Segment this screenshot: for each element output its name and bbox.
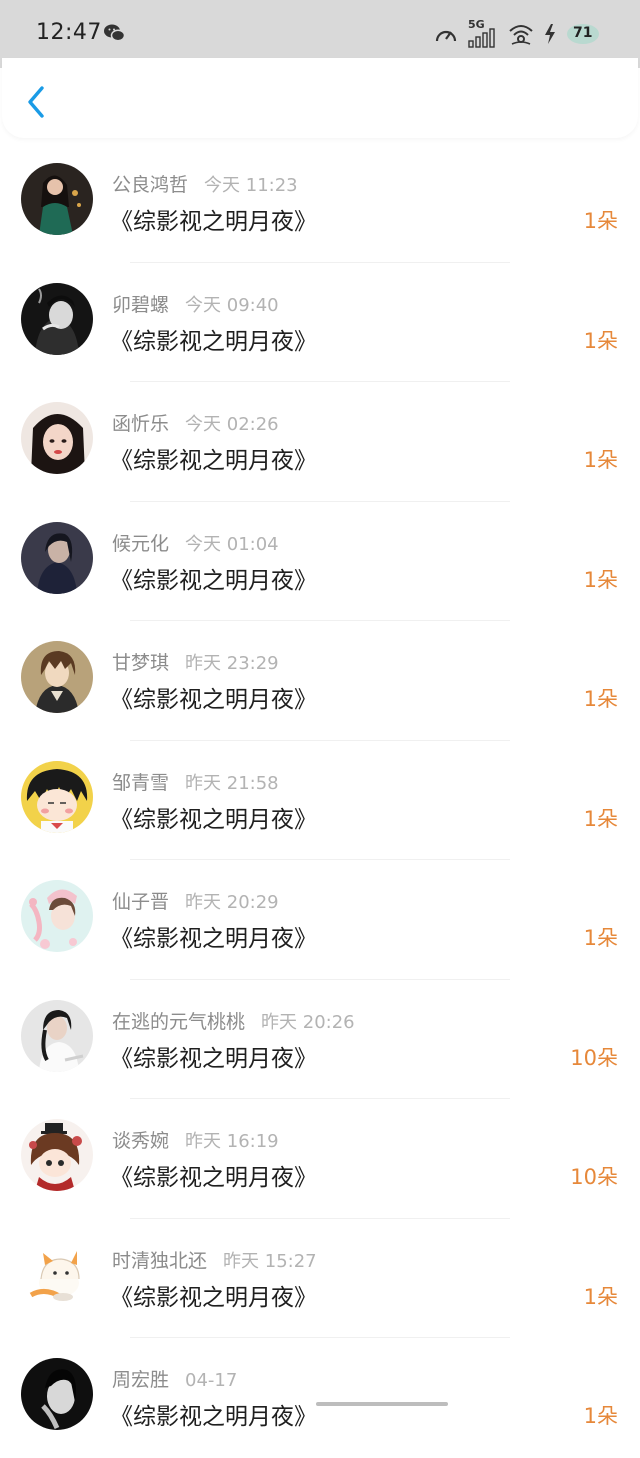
flower-count: 1朵 xyxy=(583,1404,618,1428)
meta-line: 邹青雪 昨天 21:58 xyxy=(112,768,279,794)
user-name[interactable]: 谈秀婉 xyxy=(112,1130,169,1152)
flower-count: 1朵 xyxy=(583,448,618,472)
meta-line: 时清独北还 昨天 15:27 xyxy=(112,1246,317,1272)
charging-icon xyxy=(545,24,555,44)
avatar[interactable] xyxy=(21,402,93,474)
meta-line: 公良鸿哲 今天 11:23 xyxy=(112,170,298,196)
list-item[interactable]: 在逃的元气桃桃 昨天 20:26 《综影视之明月夜》 10朵 xyxy=(0,980,640,1099)
meta-line: 周宏胜 04-17 xyxy=(112,1365,238,1391)
battery-icon: 71 xyxy=(566,22,600,46)
battery-level: 71 xyxy=(573,25,593,41)
avatar[interactable] xyxy=(21,999,93,1072)
list-item[interactable]: 周宏胜 04-17 《综影视之明月夜》 1朵 xyxy=(0,1338,640,1458)
timestamp: 04-17 xyxy=(185,1370,238,1391)
home-indicator[interactable] xyxy=(316,1402,448,1406)
status-time: 12:47 xyxy=(36,20,102,45)
chevron-left-icon xyxy=(28,86,44,118)
timestamp: 昨天 23:29 xyxy=(185,653,279,674)
book-title: 《综影视之明月夜》 xyxy=(110,1045,317,1072)
flower-count: 1朵 xyxy=(583,328,618,353)
gift-record-list: 公良鸿哲 今天 11:23 《综影视之明月夜》 1朵 卯碧螺 今天 09:40 《综… xyxy=(0,143,640,1458)
avatar[interactable] xyxy=(21,641,93,713)
user-name[interactable]: 仙子晋 xyxy=(112,891,169,913)
list-item[interactable]: 时清独北还 昨天 15:27 《综影视之明月夜》 1朵 xyxy=(0,1219,640,1338)
list-item[interactable]: 甘梦琪 昨天 23:29 《综影视之明月夜》 1朵 xyxy=(0,621,640,741)
avatar[interactable] xyxy=(21,282,93,355)
nav-bar xyxy=(2,58,638,138)
meta-line: 卯碧螺 今天 09:40 xyxy=(112,290,279,316)
flower-count: 1朵 xyxy=(583,1284,618,1309)
book-title: 《综影视之明月夜》 xyxy=(110,1165,317,1191)
book-title: 《综影视之明月夜》 xyxy=(110,567,317,594)
avatar[interactable] xyxy=(21,1119,93,1191)
avatar[interactable] xyxy=(21,880,93,952)
flower-count: 10朵 xyxy=(570,1045,618,1070)
meta-line: 谈秀婉 昨天 16:19 xyxy=(112,1126,279,1152)
meta-line: 候元化 今天 01:04 xyxy=(112,529,279,555)
timestamp: 昨天 21:58 xyxy=(185,772,279,794)
list-item[interactable]: 卯碧螺 今天 09:40 《综影视之明月夜》 1朵 xyxy=(0,263,640,382)
flower-count: 1朵 xyxy=(583,806,618,831)
flower-count: 10朵 xyxy=(570,1165,618,1189)
meta-line: 函忻乐 今天 02:26 xyxy=(112,409,279,435)
list-item[interactable]: 候元化 今天 01:04 《综影视之明月夜》 1朵 xyxy=(0,502,640,621)
meta-line: 仙子晋 昨天 20:29 xyxy=(112,887,279,913)
book-title: 《综影视之明月夜》 xyxy=(110,448,317,474)
user-name[interactable]: 甘梦琪 xyxy=(112,652,169,674)
user-name[interactable]: 周宏胜 xyxy=(112,1369,169,1391)
wechat-icon xyxy=(104,24,125,42)
book-title: 《综影视之明月夜》 xyxy=(110,1284,317,1311)
flower-count: 1朵 xyxy=(583,926,618,950)
status-icons: 5G 71 xyxy=(434,18,600,50)
flower-count: 1朵 xyxy=(583,687,618,711)
timestamp: 昨天 15:27 xyxy=(223,1250,317,1272)
avatar[interactable] xyxy=(21,521,93,594)
user-name[interactable]: 卯碧螺 xyxy=(112,294,169,316)
user-name[interactable]: 候元化 xyxy=(112,533,169,555)
avatar[interactable] xyxy=(21,760,93,833)
user-name[interactable]: 公良鸿哲 xyxy=(112,174,188,196)
list-item[interactable]: 谈秀婉 昨天 16:19 《综影视之明月夜》 10朵 xyxy=(0,1099,640,1219)
timestamp: 今天 02:26 xyxy=(185,414,279,435)
list-item[interactable]: 函忻乐 今天 02:26 《综影视之明月夜》 1朵 xyxy=(0,382,640,502)
flower-count: 1朵 xyxy=(583,567,618,592)
back-button[interactable] xyxy=(20,82,54,122)
signal-icon: 5G xyxy=(468,18,498,49)
timestamp: 昨天 20:26 xyxy=(261,1011,355,1033)
timestamp: 今天 01:04 xyxy=(185,533,279,555)
user-name[interactable]: 在逃的元气桃桃 xyxy=(112,1011,245,1033)
user-name[interactable]: 邹青雪 xyxy=(112,772,169,794)
timestamp: 昨天 20:29 xyxy=(185,892,279,913)
list-item[interactable]: 邹青雪 昨天 21:58 《综影视之明月夜》 1朵 xyxy=(0,741,640,860)
book-title: 《综影视之明月夜》 xyxy=(110,806,317,833)
timestamp: 昨天 16:19 xyxy=(185,1131,279,1152)
book-title: 《综影视之明月夜》 xyxy=(110,926,317,952)
speed-meter-icon xyxy=(435,30,457,42)
book-title: 《综影视之明月夜》 xyxy=(110,328,317,355)
user-name[interactable]: 函忻乐 xyxy=(112,413,169,435)
avatar[interactable] xyxy=(21,1358,93,1430)
timestamp: 今天 11:23 xyxy=(204,175,298,196)
meta-line: 甘梦琪 昨天 23:29 xyxy=(112,648,279,674)
user-name[interactable]: 时清独北还 xyxy=(112,1250,207,1272)
book-title: 《综影视之明月夜》 xyxy=(110,1404,317,1430)
list-item[interactable]: 仙子晋 昨天 20:29 《综影视之明月夜》 1朵 xyxy=(0,860,640,980)
avatar[interactable] xyxy=(21,1238,93,1311)
timestamp: 今天 09:40 xyxy=(185,294,279,316)
book-title: 《综影视之明月夜》 xyxy=(110,687,317,713)
meta-line: 在逃的元气桃桃 昨天 20:26 xyxy=(112,1007,355,1033)
book-title: 《综影视之明月夜》 xyxy=(110,209,317,235)
flower-count: 1朵 xyxy=(583,209,618,233)
list-item[interactable]: 公良鸿哲 今天 11:23 《综影视之明月夜》 1朵 xyxy=(0,143,640,263)
avatar[interactable] xyxy=(21,163,93,235)
wifi-icon xyxy=(509,25,533,45)
